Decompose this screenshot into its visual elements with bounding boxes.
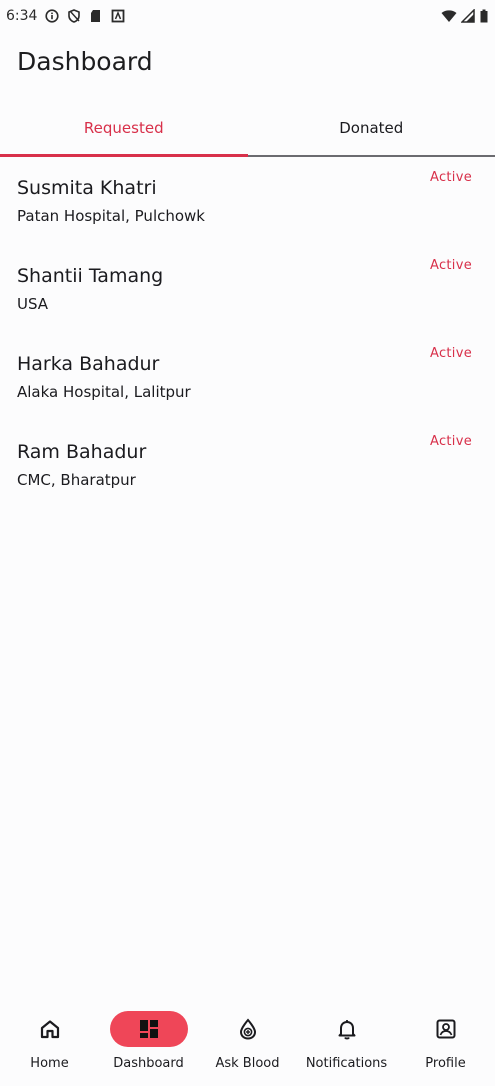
tab-bar: Requested Donated [0,100,495,157]
nav-label-dashboard: Dashboard [113,1056,184,1071]
dashboard-icon [139,1020,158,1038]
requester-location: Patan Hospital, Pulchowk [17,207,205,225]
shield-icon [68,9,81,23]
status-badge: Active [429,258,472,273]
status-bar: 6:34 [0,0,495,32]
status-badge: Active [429,434,472,449]
nav-item-profile[interactable]: Profile [396,1002,495,1086]
battery-icon [480,9,488,23]
bell-icon [338,1020,355,1040]
blood-drop-icon [239,1018,256,1040]
list-item[interactable]: Ram Bahadur CMC, Bharatpur Active [0,424,495,512]
nav-label-profile: Profile [425,1056,466,1071]
nav-item-home[interactable]: Home [0,1002,99,1086]
nav-item-ask-blood[interactable]: Ask Blood [198,1002,297,1086]
tab-donated[interactable]: Donated [248,100,495,155]
list-item[interactable]: Harka Bahadur Alaka Hospital, Lalitpur A… [0,336,495,424]
profile-icon [436,1019,455,1039]
cell-signal-icon [461,9,475,23]
requester-name: Shantii Tamang [17,265,164,287]
requester-location: Alaka Hospital, Lalitpur [17,383,191,401]
status-right [441,9,489,23]
requester-name: Susmita Khatri [17,177,157,199]
a-box-icon [112,9,125,23]
requester-name: Harka Bahadur [17,353,160,375]
status-badge: Active [429,170,472,185]
status-badge: Active [429,346,472,361]
sd-card-icon [91,10,101,22]
nav-label-ask-blood: Ask Blood [215,1056,280,1071]
list-item[interactable]: Susmita Khatri Patan Hospital, Pulchowk … [0,160,495,248]
nav-label-home: Home [30,1056,69,1071]
request-list: Susmita Khatri Patan Hospital, Pulchowk … [0,160,495,512]
list-item[interactable]: Shantii Tamang USA Active [0,248,495,336]
nav-label-notifications: Notifications [305,1056,388,1071]
tab-requested[interactable]: Requested [0,100,248,157]
nav-icon-container [11,1011,89,1047]
nav-item-dashboard[interactable]: Dashboard [99,1002,198,1086]
bottom-navigation: Home Dashboard Ask Blood Notifications P… [0,1002,495,1086]
nav-item-notifications[interactable]: Notifications [297,1002,396,1086]
page-title: Dashboard [17,47,153,76]
requester-name: Ram Bahadur [17,441,147,463]
status-left: 6:34 [6,8,125,24]
nav-icon-container [209,1011,287,1047]
requester-location: USA [17,295,49,313]
requester-location: CMC, Bharatpur [17,471,136,489]
status-time: 6:34 [6,8,38,24]
home-icon [40,1020,59,1039]
nav-icon-container [308,1011,386,1047]
nav-icon-container-active [109,1011,188,1047]
wifi-icon [441,10,457,22]
info-icon [45,9,60,23]
nav-icon-container [407,1011,485,1047]
